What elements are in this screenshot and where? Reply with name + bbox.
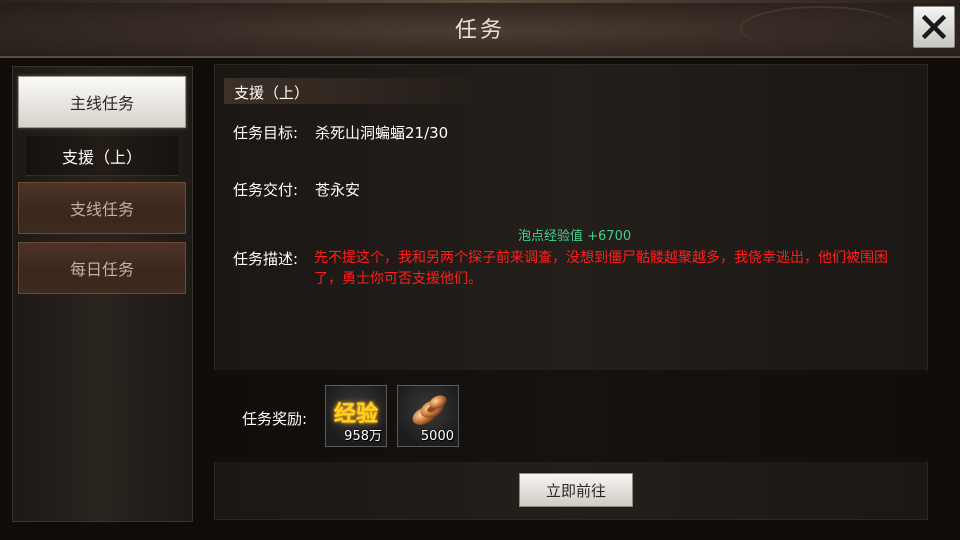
reward-label: 任务奖励: (242, 410, 308, 428)
close-icon (921, 14, 947, 40)
quest-list-item-active[interactable]: 支援（上） (26, 136, 178, 176)
reward-section (214, 370, 928, 462)
reward-coin-count: 5000 (420, 429, 454, 444)
quest-title: 支援（上） (234, 84, 310, 102)
objective-label: 任务目标: (233, 124, 299, 142)
quest-description: 先不提这个，我和另两个探子前来调查，没想到僵尸骷髅越聚越多，我侥幸逃出，他们被围… (314, 250, 888, 287)
title-bar: 任务 (0, 0, 960, 58)
objective-value: 杀死山洞蝙蝠21/30 (315, 124, 449, 142)
turn-in-label: 任务交付: (233, 181, 299, 199)
turn-in-npc: 苍永安 (315, 181, 361, 199)
reward-item-coin[interactable]: 5000 (397, 385, 459, 447)
exp-icon: 经验 (333, 402, 378, 427)
coin-icon (412, 395, 447, 425)
description-label: 任务描述: (233, 250, 299, 268)
tab-main-quest[interactable]: 主线任务 (18, 76, 186, 128)
reward-exp-count: 958万 (344, 429, 382, 444)
reward-item-exp[interactable]: 经验 958万 (325, 385, 387, 447)
quest-category-sidebar (12, 66, 193, 522)
close-button[interactable] (913, 6, 955, 48)
window-title: 任务 (454, 18, 505, 43)
tab-side-quest[interactable]: 支线任务 (18, 182, 186, 234)
exp-bonus-text: 泡点经验值 +6700 (518, 229, 632, 244)
tab-daily-quest[interactable]: 每日任务 (18, 242, 186, 294)
go-now-button[interactable]: 立即前往 (519, 473, 633, 507)
